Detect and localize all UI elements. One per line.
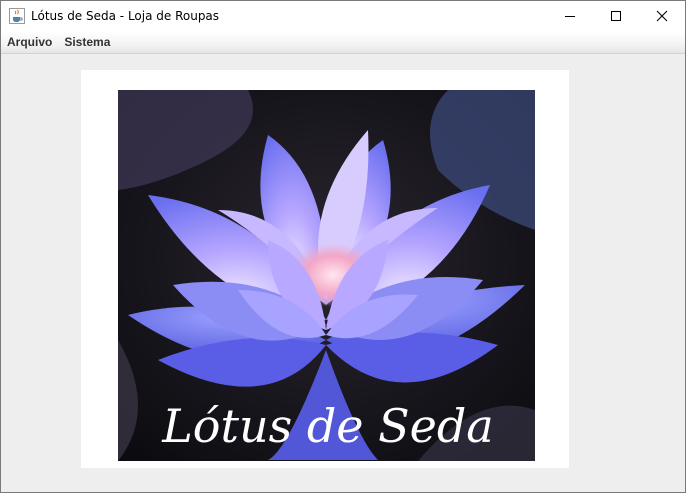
menu-bar: Arquivo Sistema [1, 31, 685, 54]
minimize-icon [565, 16, 575, 17]
app-window: Lótus de Seda - Loja de Roupas Arquivo S… [0, 0, 686, 493]
logo-panel: Lótus de Seda [81, 70, 569, 468]
main-content: Lótus de Seda [1, 54, 685, 492]
window-controls [547, 1, 685, 31]
menu-arquivo[interactable]: Arquivo [1, 31, 58, 53]
logo-text: Lótus de Seda [161, 399, 493, 453]
close-icon [656, 10, 668, 22]
lotus-logo-image: Lótus de Seda [118, 90, 535, 461]
minimize-button[interactable] [547, 1, 593, 31]
menu-sistema[interactable]: Sistema [58, 31, 116, 53]
close-button[interactable] [639, 1, 685, 31]
maximize-icon [611, 11, 621, 21]
maximize-button[interactable] [593, 1, 639, 31]
java-cup-icon [9, 8, 25, 24]
title-bar[interactable]: Lótus de Seda - Loja de Roupas [1, 1, 685, 31]
window-title: Lótus de Seda - Loja de Roupas [31, 9, 220, 23]
